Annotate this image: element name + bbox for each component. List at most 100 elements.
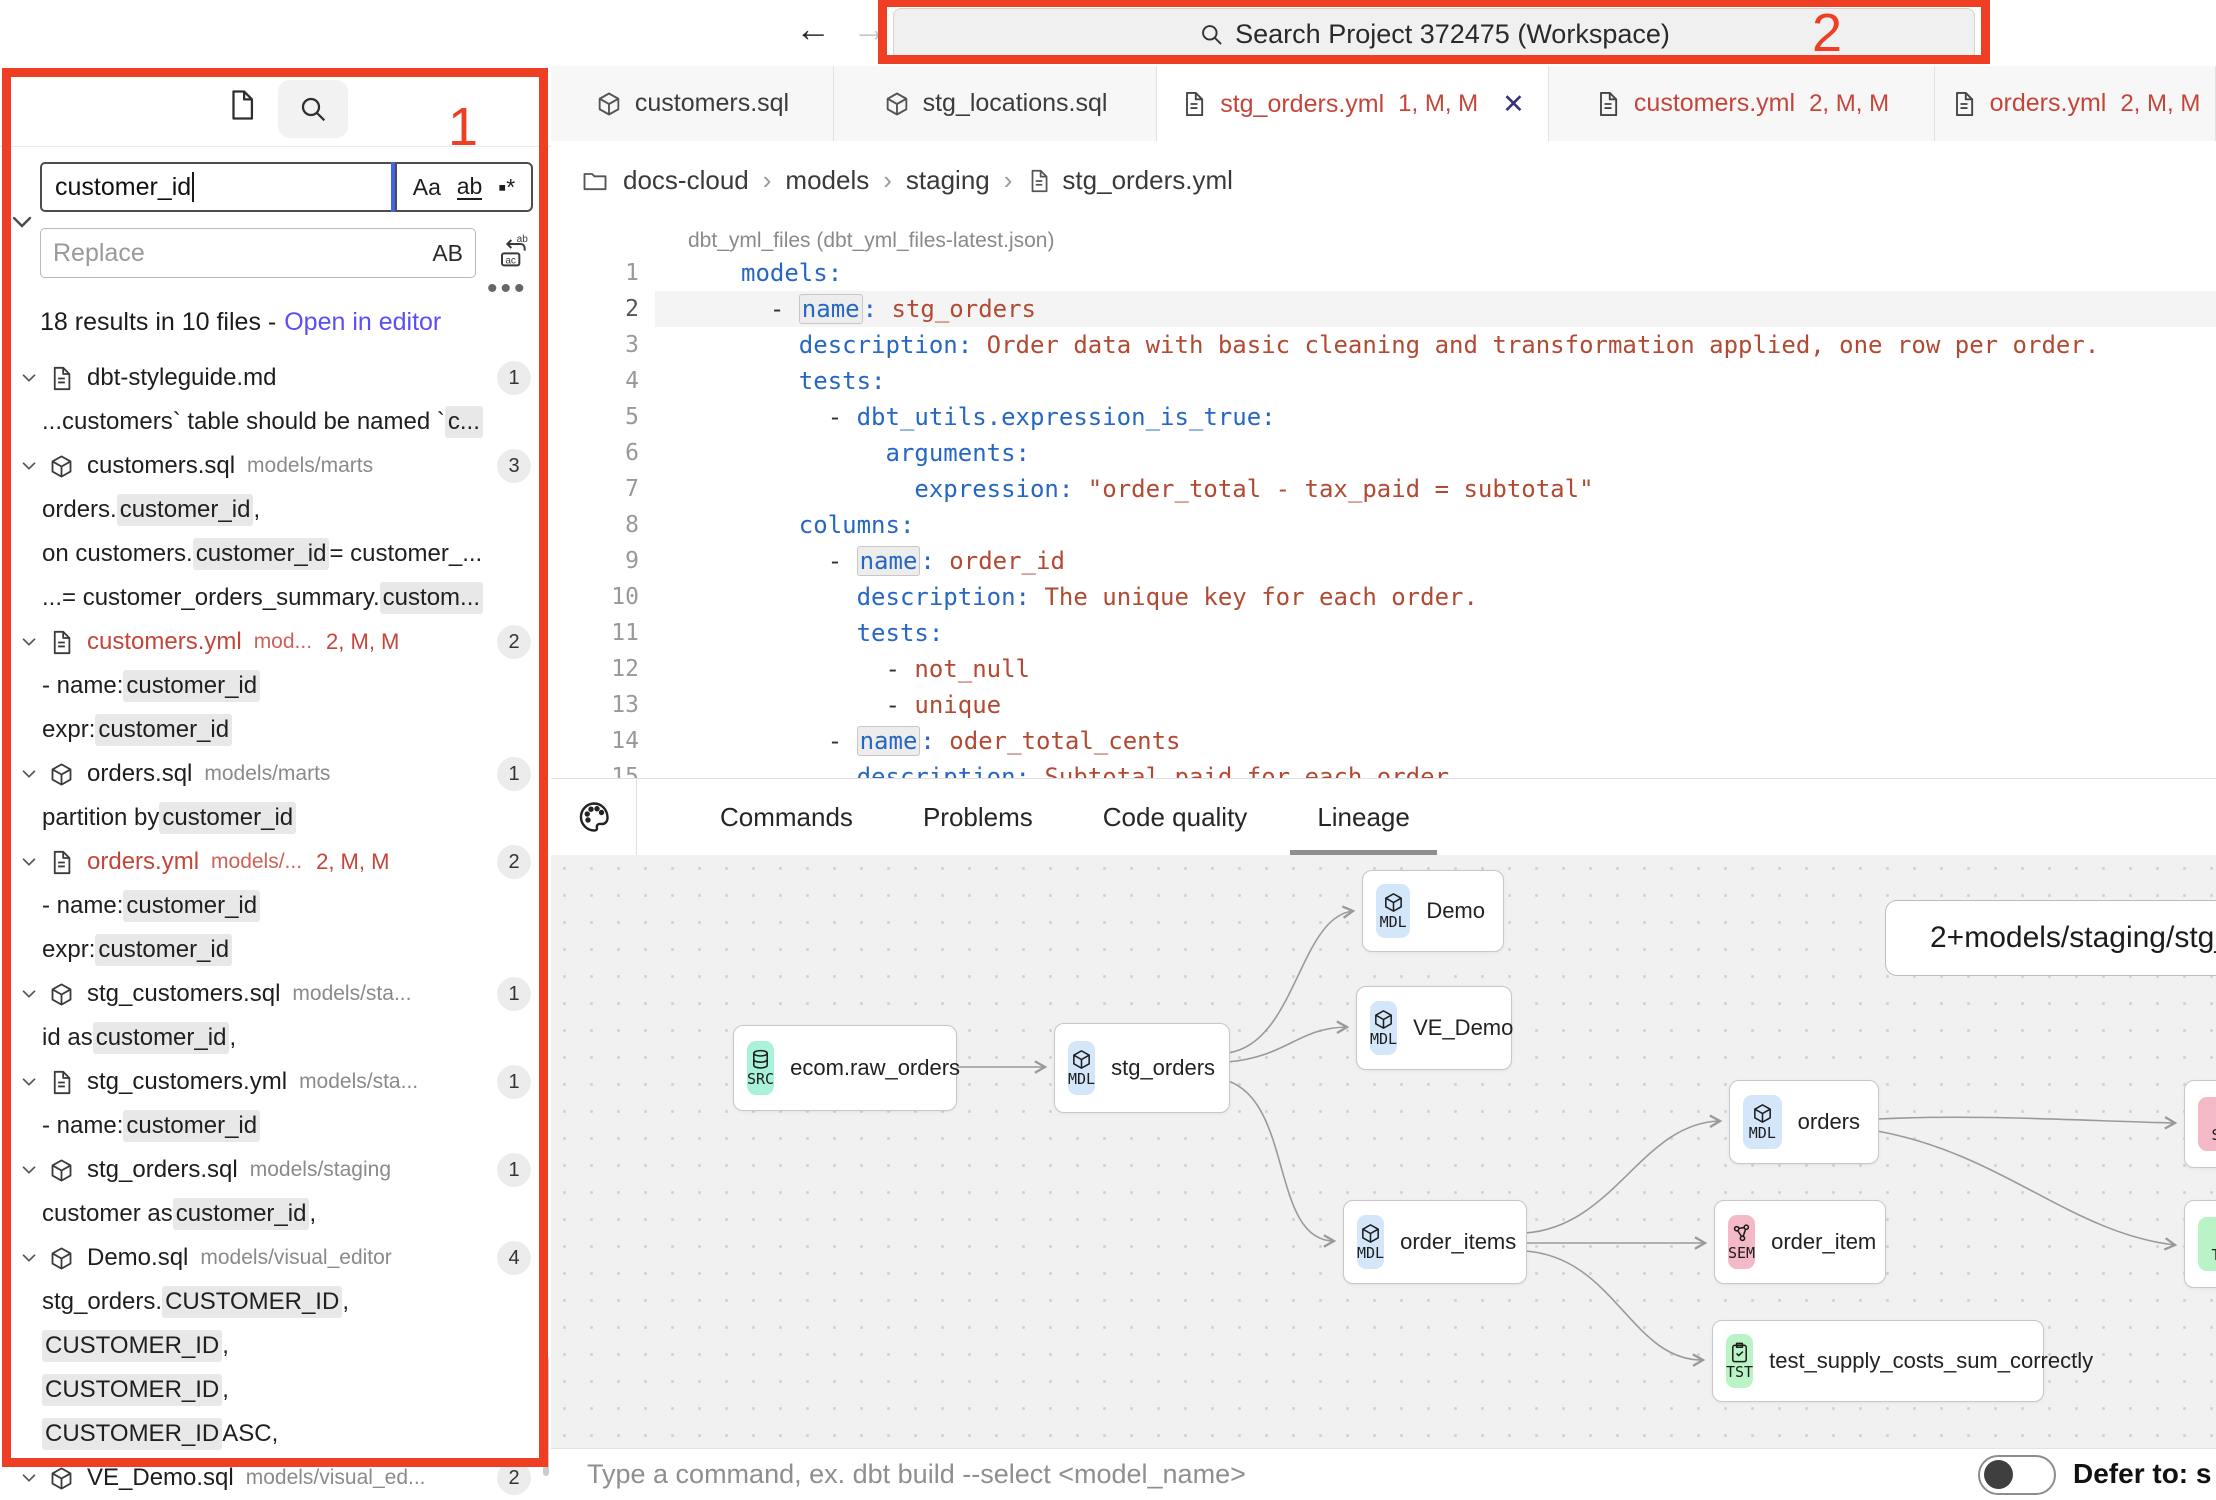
chevron-down-icon[interactable] [18, 631, 40, 653]
chevron-down-icon[interactable] [18, 1071, 40, 1093]
close-icon[interactable]: ✕ [1502, 89, 1525, 120]
code-line-6[interactable]: 6 arguments: [551, 435, 2216, 471]
breadcrumb-item[interactable]: docs-cloud [623, 165, 749, 196]
more-options-button[interactable]: ••• [487, 272, 528, 306]
tab-customers-yml[interactable]: customers.yml2, M, M [1549, 66, 1935, 141]
code-line-7[interactable]: 7 expression: "order_total - tax_paid = … [551, 471, 2216, 507]
tab-orders-yml[interactable]: orders.yml2, M, M [1935, 66, 2216, 141]
back-arrow-icon[interactable]: ← [795, 8, 831, 50]
code-line-14[interactable]: 14 - name: oder_total_cents [551, 723, 2216, 759]
search-result-file-row[interactable]: stg_orders.sqlmodels/staging1 [0, 1148, 551, 1192]
search-result-match-row[interactable]: expr: customer_id [0, 708, 551, 752]
breadcrumb-file[interactable]: stg_orders.yml [1026, 165, 1233, 196]
search-result-match-row[interactable]: - name: customer_id [0, 884, 551, 928]
search-result-match-row[interactable]: id as customer_id, [0, 1016, 551, 1060]
defer-toggle[interactable] [1978, 1455, 2056, 1495]
breadcrumb-item[interactable]: staging [906, 165, 990, 196]
search-result-match-row[interactable]: CUSTOMER_ID, [0, 1368, 551, 1412]
search-result-file-row[interactable]: dbt-styleguide.md1 [0, 356, 551, 400]
panel-tab-problems[interactable]: Problems [888, 779, 1068, 855]
lineage-node-orders[interactable]: MDLorders [1729, 1080, 1879, 1164]
lineage-node-stg_orders[interactable]: MDLstg_orders [1054, 1023, 1230, 1113]
model-cube-icon [48, 1157, 75, 1184]
search-result-file-row[interactable]: customers.ymlmod...2, M, M2 [0, 620, 551, 664]
code-line-15[interactable]: 15 description: Subtotal paid for each o… [551, 759, 2216, 778]
code-line-11[interactable]: 11 tests: [551, 615, 2216, 651]
find-input[interactable]: customer_id [40, 162, 393, 212]
tab-stg_locations-sql[interactable]: stg_locations.sql [834, 66, 1157, 141]
panel-tab-commands[interactable]: Commands [685, 779, 888, 855]
chevron-down-icon[interactable] [18, 983, 40, 1005]
chevron-down-icon[interactable] [18, 455, 40, 477]
preserve-case-button[interactable]: AB [432, 240, 463, 267]
match-case-button[interactable]: Aa [413, 174, 441, 201]
lineage-node-test_supply_costs_sum_correctly[interactable]: TSTtest_supply_costs_sum_correctly [1712, 1320, 2044, 1402]
code-line-8[interactable]: 8 columns: [551, 507, 2216, 543]
chevron-down-icon[interactable] [18, 1467, 40, 1489]
search-result-match-row[interactable]: customer as customer_id, [0, 1192, 551, 1236]
tab-stg_orders-yml[interactable]: stg_orders.yml1, M, M✕ [1157, 66, 1549, 142]
search-result-file-row[interactable]: stg_customers.ymlmodels/sta...1 [0, 1060, 551, 1104]
chevron-down-icon[interactable] [18, 763, 40, 785]
whole-word-button[interactable]: ab [457, 175, 483, 200]
lineage-node-Demo[interactable]: MDLDemo [1362, 870, 1504, 952]
search-result-match-row[interactable]: stg_orders.CUSTOMER_ID, [0, 1280, 551, 1324]
palette-cell[interactable] [551, 779, 637, 855]
search-result-file-row[interactable]: orders.sqlmodels/marts1 [0, 752, 551, 796]
code-line-5[interactable]: 5 - dbt_utils.expression_is_true: [551, 399, 2216, 435]
search-result-match-row[interactable]: ...= customer_orders_summary.custom... [0, 576, 551, 620]
lineage-node-order_items[interactable]: MDLorder_items [1343, 1200, 1527, 1284]
search-result-match-row[interactable]: - name: customer_id [0, 664, 551, 708]
panel-tab-code-quality[interactable]: Code quality [1068, 779, 1283, 855]
search-result-file-row[interactable]: orders.ymlmodels/...2, M, M2 [0, 840, 551, 884]
search-result-file-row[interactable]: Demo.sqlmodels/visual_editor4 [0, 1236, 551, 1280]
lineage-group-node[interactable]: 2+models/staging/stg_or [1885, 900, 2216, 976]
code-line-13[interactable]: 13 - unique [551, 687, 2216, 723]
search-result-file-row[interactable]: VE_Demo.sqlmodels/visual_ed...2 [0, 1456, 551, 1500]
toggle-replace-chevron-icon[interactable] [6, 206, 38, 238]
search-result-match-row[interactable]: partition by customer_id [0, 796, 551, 840]
replace-all-icon[interactable]: acab [494, 232, 534, 272]
search-result-file-row[interactable]: customers.sqlmodels/marts3 [0, 444, 551, 488]
lineage-node-order_item[interactable]: SEMorder_item [1714, 1200, 1886, 1284]
sidebar-scrollbar[interactable] [543, 1356, 549, 1476]
tab-customers-sql[interactable]: customers.sql [551, 66, 834, 141]
chevron-down-icon[interactable] [18, 367, 40, 389]
search-view-button[interactable] [278, 80, 348, 138]
lineage-node-cut2[interactable]: TST [2184, 1200, 2216, 1288]
svg-text:ab: ab [517, 234, 529, 245]
open-in-editor-link[interactable]: Open in editor [284, 308, 441, 336]
chevron-down-icon[interactable] [18, 1159, 40, 1181]
lineage-node-cut1[interactable]: SEM [2184, 1080, 2216, 1168]
code-line-9[interactable]: 9 - name: order_id [551, 543, 2216, 579]
lineage-canvas[interactable]: 2+models/staging/stg_or SRCecom.raw_orde… [551, 855, 2216, 1448]
search-result-file-row[interactable]: stg_customers.sqlmodels/sta...1 [0, 972, 551, 1016]
search-result-match-row[interactable]: expr: customer_id [0, 928, 551, 972]
command-input[interactable]: Type a command, ex. dbt build --select <… [587, 1449, 1246, 1499]
code-line-10[interactable]: 10 description: The unique key for each … [551, 579, 2216, 615]
search-result-match-row[interactable]: CUSTOMER_ID, [0, 1324, 551, 1368]
lineage-node-VE_Demo[interactable]: MDLVE_Demo [1356, 986, 1512, 1070]
forward-arrow-icon[interactable]: → [852, 8, 888, 50]
tab-label: customers.yml [1634, 89, 1795, 118]
chevron-down-icon[interactable] [18, 1247, 40, 1269]
code-line-4[interactable]: 4 tests: [551, 363, 2216, 399]
code-line-2[interactable]: 2 - name: stg_orders [551, 291, 2216, 327]
search-result-match-row[interactable]: - name: customer_id [0, 1104, 551, 1148]
regex-button[interactable]: ▪* [498, 174, 515, 201]
search-result-match-row[interactable]: on customers.customer_id = customer_... [0, 532, 551, 576]
code-line-3[interactable]: 3 description: Order data with basic cle… [551, 327, 2216, 363]
search-result-match-row[interactable]: orders.customer_id, [0, 488, 551, 532]
search-result-match-row[interactable]: CUSTOMER_ID ASC, [0, 1412, 551, 1456]
replace-input[interactable]: Replace AB [40, 228, 476, 278]
code-line-1[interactable]: 1models: [551, 255, 2216, 291]
chevron-down-icon[interactable] [18, 851, 40, 873]
file-explorer-icon[interactable] [225, 88, 259, 122]
code-line-12[interactable]: 12 - not_null [551, 651, 2216, 687]
search-result-match-row[interactable]: ...customers` table should be named `c..… [0, 400, 551, 444]
lineage-node-ecom.raw_orders[interactable]: SRCecom.raw_orders [733, 1025, 957, 1111]
search-icon [297, 93, 329, 125]
breadcrumb-item[interactable]: models [785, 165, 869, 196]
panel-tab-lineage[interactable]: Lineage [1282, 779, 1445, 855]
code-editor[interactable]: docs-cloud›models›staging›stg_orders.yml… [551, 141, 2216, 778]
